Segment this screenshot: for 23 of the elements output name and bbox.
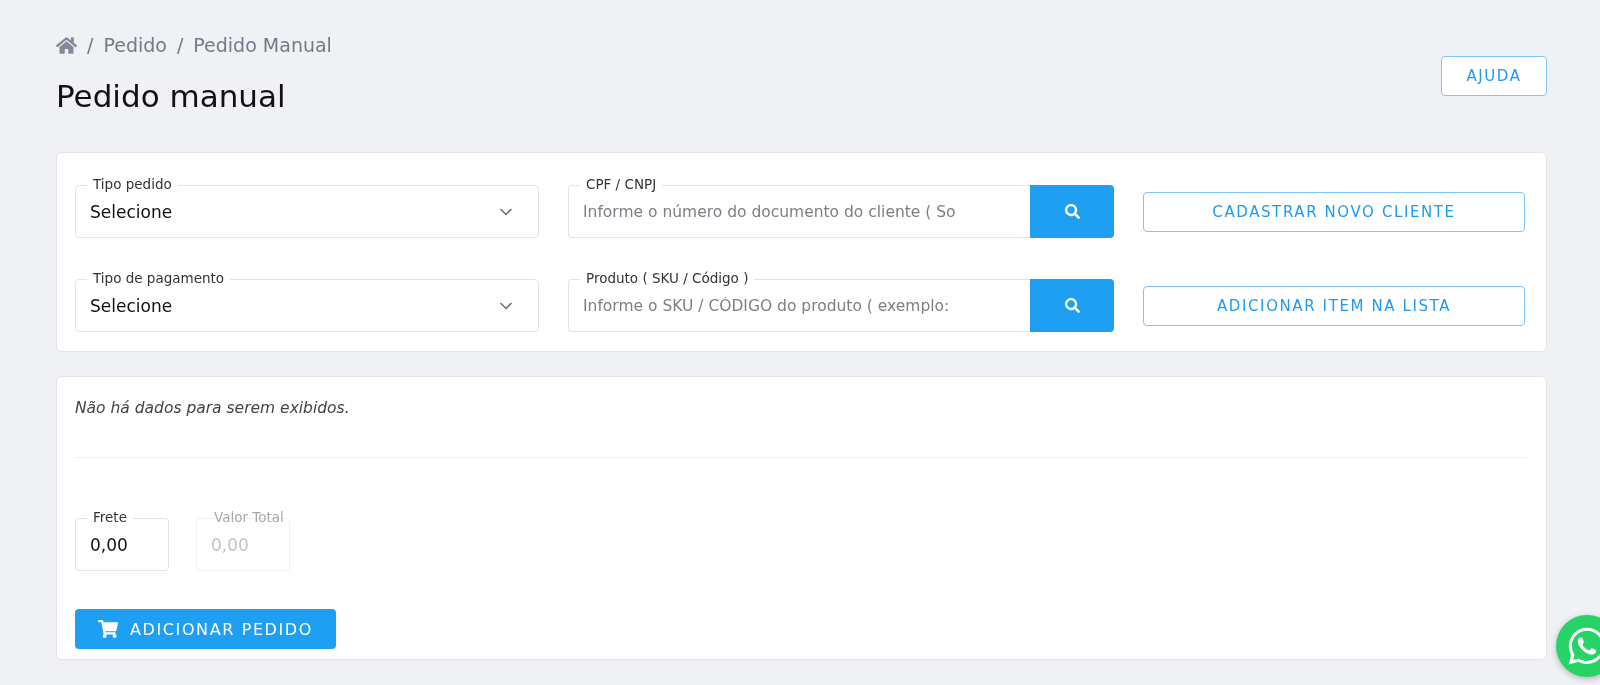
select-value: Selecione	[90, 201, 173, 222]
search-button[interactable]	[1030, 185, 1114, 238]
search-icon	[1064, 298, 1080, 313]
search-button[interactable]	[1030, 279, 1114, 332]
whatsapp-icon	[1566, 625, 1600, 667]
breadcrumb-separator: /	[87, 34, 94, 56]
select-value: Selecione	[90, 295, 173, 316]
action-button[interactable]: CADASTRAR NOVO CLIENTE	[1143, 191, 1525, 232]
breadcrumb-separator: /	[176, 34, 184, 56]
breadcrumb-link[interactable]: Pedido	[103, 34, 167, 56]
field-label: Tipo de pagamento	[87, 269, 231, 287]
breadcrumb-link[interactable]: Pedido Manual	[193, 34, 332, 56]
cart-icon	[98, 619, 119, 639]
empty-message: Não há dados para serem exibidos.	[75, 399, 351, 417]
field-label: Produto ( SKU / Código )	[580, 269, 755, 287]
action-button[interactable]: ADICIONAR ITEM NA LISTA	[1143, 285, 1525, 326]
help-button[interactable]: AJUDA	[1441, 56, 1547, 96]
page-title: Pedido manual	[56, 78, 287, 114]
field-label: Tipo pedido	[87, 175, 178, 193]
home-icon[interactable]	[56, 34, 77, 56]
whatsapp-chat-button[interactable]	[1556, 615, 1600, 677]
add-order-button[interactable]: ADICIONAR PEDIDO	[75, 609, 336, 649]
search-icon	[1064, 204, 1080, 219]
